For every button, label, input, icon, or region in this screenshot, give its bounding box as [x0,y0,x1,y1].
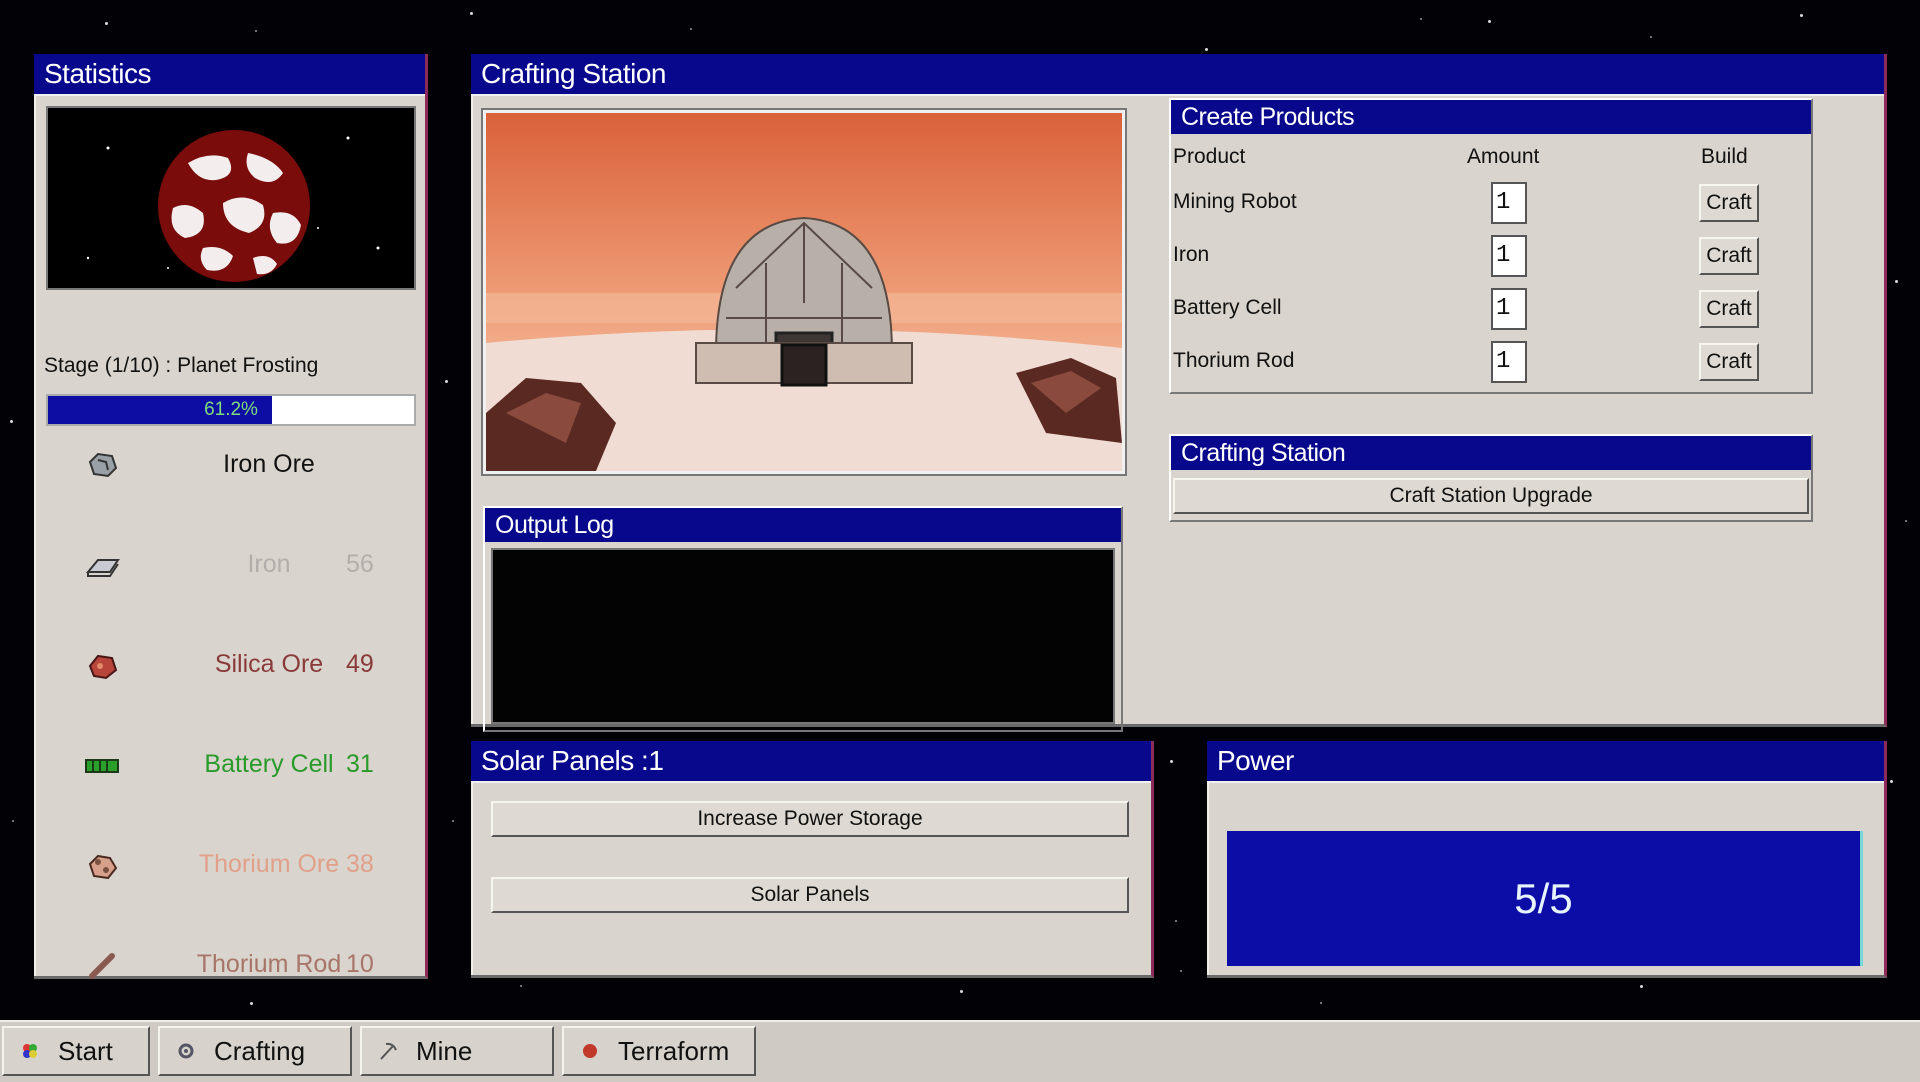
resource-row-iron-ore: Iron Ore [34,436,454,496]
amount-column-header: Amount [1467,145,1540,168]
terraform-taskbar-button[interactable]: Terraform [562,1026,756,1076]
resource-count: 49 [346,650,374,678]
start-label: Start [58,1036,113,1066]
craft-station-upgrade-button[interactable]: Craft Station Upgrade [1173,478,1809,514]
resource-count: 56 [346,550,374,578]
power-value: 5/5 [1227,831,1863,966]
resource-row-thorium-rod: Thorium Rod 10 [34,936,454,979]
resource-name: Iron Ore [223,450,315,478]
battery-cell-icon [85,759,119,773]
amount-input[interactable]: 1 [1491,288,1527,330]
product-row-battery-cell: Battery Cell 1 Craft [1171,288,1811,332]
amount-input[interactable]: 1 [1491,182,1527,224]
stage-label: Stage (1/10) : Planet Frosting [44,354,319,377]
solar-panels-title: Solar Panels :1 [471,741,1151,783]
pickaxe-icon [380,1042,397,1060]
amount-input[interactable]: 1 [1491,341,1527,383]
craft-button[interactable]: Craft [1699,237,1759,275]
iron-ore-icon [88,452,118,478]
craft-button[interactable]: Craft [1699,290,1759,328]
product-name: Iron [1173,243,1210,266]
base-dome-scene [481,108,1127,476]
build-column-header: Build [1701,145,1748,168]
planet-view [46,106,416,290]
product-column-header: Product [1173,145,1246,168]
planet-icon [158,130,310,282]
product-row-mining-robot: Mining Robot 1 Craft [1171,182,1811,226]
amount-input[interactable]: 1 [1491,235,1527,277]
product-row-thorium-rod: Thorium Rod 1 Craft [1171,341,1811,385]
resource-row-silica-ore: Silica Ore 49 [34,636,454,696]
thorium-ore-icon [88,854,118,880]
resource-count: 10 [346,950,374,978]
resource-row-iron: Iron 56 [34,536,454,596]
statistics-title: Statistics [34,54,425,96]
crafting-label: Crafting [214,1036,306,1066]
crafting-taskbar-button[interactable]: Crafting [158,1026,352,1076]
create-products-title: Create Products [1171,100,1811,134]
start-icon [23,1044,37,1058]
terraform-label: Terraform [618,1036,730,1066]
mine-taskbar-button[interactable]: Mine [360,1026,554,1076]
resource-count: 31 [346,750,374,778]
taskbar: Start Crafting Mine Terraform [0,1020,1920,1082]
product-name: Mining Robot [1173,190,1297,213]
crafting-icon [178,1043,194,1059]
station-upgrade-title: Crafting Station [1171,436,1811,470]
product-name: Thorium Rod [1173,349,1295,372]
terraform-icon [583,1044,597,1058]
power-window: Power 5/5 [1207,741,1887,978]
output-log-panel: Output Log [483,506,1123,732]
craft-button[interactable]: Craft [1699,184,1759,222]
power-title: Power [1207,741,1884,783]
output-log-screen[interactable] [491,548,1115,724]
increase-power-storage-button[interactable]: Increase Power Storage [491,801,1129,837]
mine-label: Mine [416,1036,473,1066]
statistics-window: Statistics Stage (1/10) : Planet Frostin… [34,54,428,979]
product-name: Battery Cell [1173,296,1282,319]
product-row-iron: Iron 1 Craft [1171,235,1811,279]
iron-ingot-icon [85,559,120,577]
solar-panels-button[interactable]: Solar Panels [491,877,1129,913]
terraform-progress-bar: 61.2% [46,394,416,426]
output-log-title: Output Log [485,508,1121,542]
station-upgrade-panel: Crafting Station Craft Station Upgrade [1169,434,1813,522]
crafting-station-title: Crafting Station [471,54,1884,96]
resource-row-thorium-ore: Thorium Ore 38 [34,836,454,896]
create-products-panel: Create Products Product Amount Build Min… [1169,98,1813,394]
crafting-station-window: Crafting Station Output Log Create Produ… [471,54,1887,732]
resource-count: 38 [346,850,374,878]
thorium-rod-icon [89,953,115,979]
solar-panels-window: Solar Panels :1 Increase Power Storage S… [471,741,1154,978]
start-button[interactable]: Start [2,1026,150,1076]
craft-button[interactable]: Craft [1699,343,1759,381]
progress-label: 61.2% [204,399,258,420]
silica-ore-icon [88,654,118,680]
resource-row-battery-cell: Battery Cell 31 [34,736,454,796]
